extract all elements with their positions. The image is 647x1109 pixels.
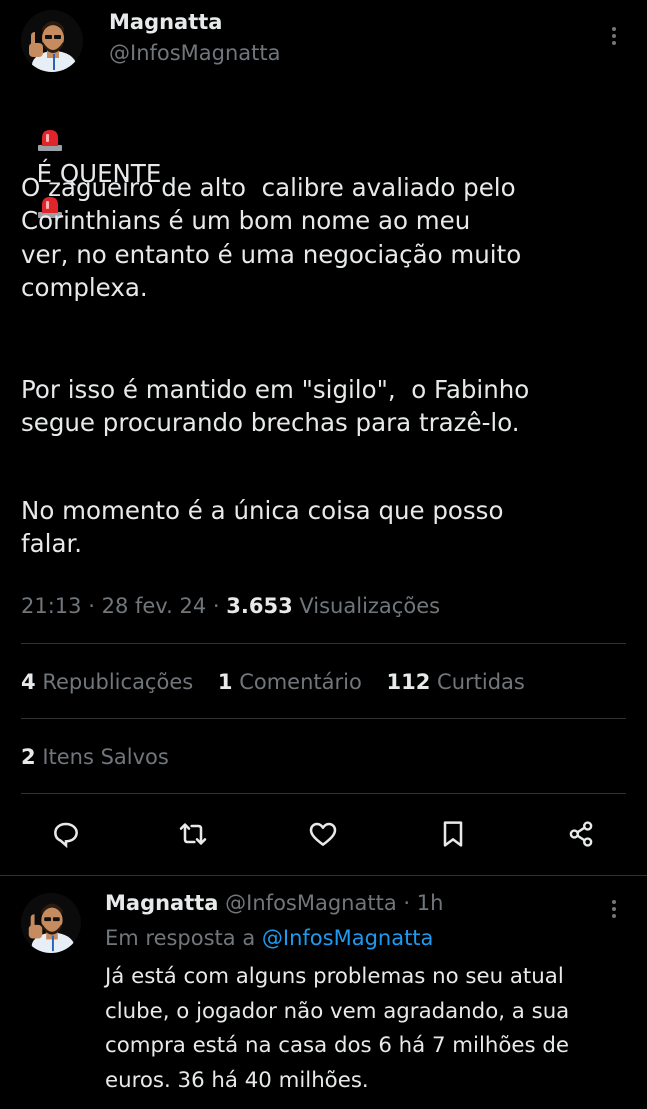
like-button[interactable] — [303, 814, 343, 854]
more-options-icon[interactable] — [612, 24, 616, 48]
reply-author-avatar[interactable] — [21, 893, 81, 953]
reply-icon — [54, 822, 78, 849]
bookmark-button[interactable] — [433, 814, 473, 854]
reply-author-handle[interactable]: @InfosMagnatta — [225, 891, 397, 915]
reply-author-name[interactable]: Magnatta — [105, 891, 218, 915]
reply-more-options-icon[interactable] — [612, 897, 616, 921]
tweet-date[interactable]: 28 fev. 24 — [102, 594, 207, 618]
author-handle[interactable]: @InfosMagnatta — [109, 41, 281, 65]
meta-separator: · — [212, 594, 220, 618]
saves-count: 2 — [21, 745, 36, 769]
likes-stat[interactable]: 112 Curtidas — [387, 670, 525, 694]
like-icon — [309, 822, 337, 846]
reposts-count: 4 — [21, 670, 36, 694]
share-button[interactable] — [561, 814, 601, 854]
divider — [21, 793, 626, 794]
meta-separator: · — [403, 891, 411, 915]
tweet-paragraph-1: O zagueiro de alto calibre avaliado pelo… — [21, 173, 522, 302]
retweet-icon — [179, 823, 207, 845]
in-reply-to-handle[interactable]: @InfosMagnatta — [262, 926, 434, 950]
bookmark-icon — [443, 821, 463, 847]
comments-label: Comentário — [239, 670, 362, 694]
siren-icon — [37, 130, 62, 152]
reply-button[interactable] — [46, 814, 86, 854]
reply-header: Magnatta @InfosMagnatta · 1h — [105, 891, 443, 915]
meta-separator: · — [88, 594, 95, 618]
saves-label: Itens Salvos — [42, 745, 169, 769]
tweet-time[interactable]: 21:13 — [21, 594, 82, 618]
comments-count: 1 — [217, 670, 233, 694]
tweet-meta: 21:13 · 28 fev. 24 · 3.653 Visualizações — [21, 594, 440, 618]
avatar-illustration — [21, 10, 83, 72]
avatar-illustration — [21, 893, 81, 953]
divider — [21, 718, 626, 719]
reply-context: Em resposta a @InfosMagnatta — [105, 926, 433, 950]
in-reply-to-label: Em resposta a — [105, 926, 256, 950]
tweet-paragraph-2: Por isso é mantido em "sigilo", o Fabinh… — [21, 375, 530, 438]
views-label: Visualizações — [299, 594, 441, 618]
divider — [0, 875, 647, 876]
retweet-button[interactable] — [173, 814, 213, 854]
comments-stat[interactable]: 1 Comentário — [218, 670, 362, 694]
reposts-stat[interactable]: 4 Republicações — [21, 670, 193, 694]
saves-stat[interactable]: 2 Itens Salvos — [21, 745, 169, 769]
reply-text: Já está com alguns problemas no seu atua… — [105, 964, 570, 1093]
action-bar — [0, 814, 647, 858]
divider — [21, 643, 626, 644]
tweet-paragraph-3: No momento é a única coisa que posso fal… — [21, 496, 504, 559]
engagement-stats: 4 Republicações 1 Comentário 112 Curtida… — [21, 670, 543, 694]
reply-time[interactable]: 1h — [417, 891, 444, 915]
views-count: 3.653 — [226, 594, 293, 618]
likes-count: 112 — [386, 670, 431, 694]
reposts-label: Republicações — [42, 670, 194, 694]
share-icon — [569, 821, 593, 847]
author-avatar[interactable] — [21, 10, 83, 72]
likes-label: Curtidas — [437, 670, 525, 694]
author-name[interactable]: Magnatta — [109, 10, 222, 34]
